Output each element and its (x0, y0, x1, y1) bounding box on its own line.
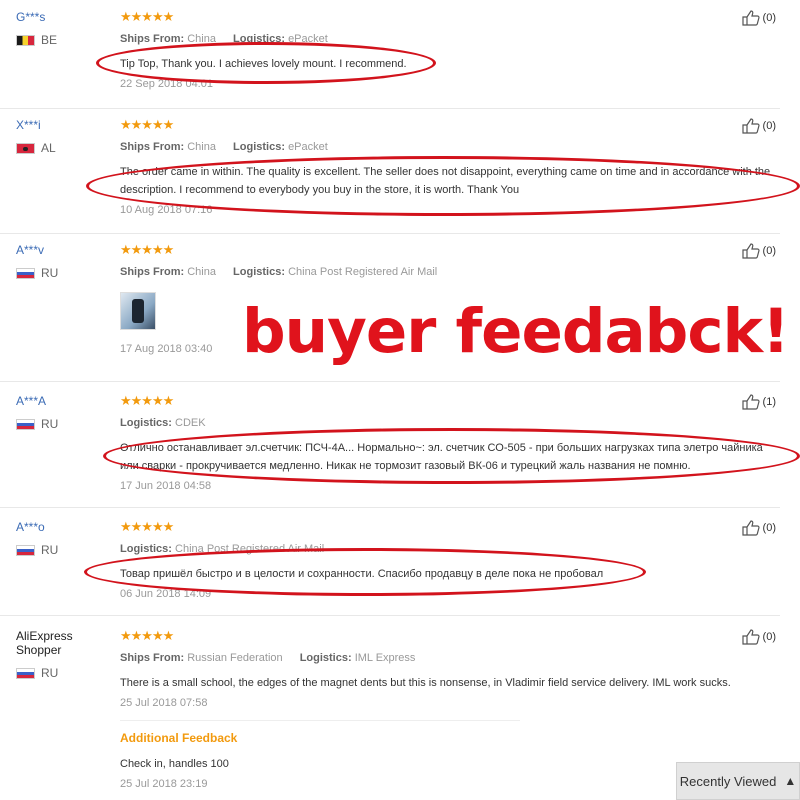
flag-ru-icon (16, 267, 35, 279)
review-text: There is a small school, the edges of th… (120, 677, 731, 689)
thumbs-up-icon (741, 243, 760, 259)
review-item: AliExpress Shopper RU ★★★★★ Ships From: … (0, 615, 780, 800)
review-text: The order came in within. The quality is… (120, 166, 771, 196)
shipping-info: Ships From: China Logistics: China Post … (120, 265, 775, 279)
like-count: (0) (762, 522, 776, 534)
review-date: 10 Aug 2018 07:16 (120, 204, 213, 216)
ships-from-value: China (187, 141, 216, 153)
flag-ru-icon (16, 667, 35, 679)
review-date: 06 Jun 2018 14:09 (120, 588, 212, 600)
review-photo[interactable] (120, 292, 156, 330)
logistics-value: IML Express (354, 652, 416, 664)
logistics-label: Logistics: (120, 543, 172, 555)
ships-from-label: Ships From: (120, 652, 185, 664)
reviewer-name[interactable]: A***A (16, 394, 116, 408)
star-rating: ★★★★★ (120, 393, 174, 408)
thumbs-up-icon (741, 394, 760, 410)
country-code: RU (41, 543, 59, 557)
thumbs-up-icon (741, 520, 760, 536)
logistics-label: Logistics: (233, 33, 285, 45)
ships-from-value: China (187, 33, 216, 45)
reviewer-name[interactable]: A***v (16, 243, 116, 257)
country-code: RU (41, 666, 59, 680)
shipping-info: Logistics: China Post Registered Air Mai… (120, 542, 775, 556)
review-item: A***o RU ★★★★★ Logistics: China Post Reg… (0, 507, 780, 616)
logistics-label: Logistics: (299, 652, 352, 664)
like-button[interactable]: (0) (741, 520, 776, 536)
thumbs-up-icon (741, 629, 760, 645)
reviewer-name[interactable]: G***s (16, 10, 116, 24)
reviewer-name[interactable]: A***o (16, 520, 116, 534)
shipping-info: Ships From: China Logistics: ePacket (120, 140, 775, 154)
flag-ru-icon (16, 544, 35, 556)
like-count: (0) (762, 245, 776, 257)
ships-from-value: China (187, 266, 216, 278)
flag-al-icon (16, 142, 35, 154)
logistics-label: Logistics: (233, 266, 285, 278)
reviewer-country: BE (16, 33, 116, 47)
review-text: Tip Top, Thank you. I achieves lovely mo… (120, 58, 407, 70)
shipping-info: Ships From: China Logistics: ePacket (120, 32, 775, 46)
recently-viewed-button[interactable]: Recently Viewed ▲ (676, 762, 800, 800)
ships-from-label: Ships From: (120, 33, 185, 45)
thumbs-up-icon (741, 118, 760, 134)
divider (120, 720, 520, 721)
logistics-value: ePacket (288, 33, 328, 45)
star-rating: ★★★★★ (120, 9, 174, 24)
ships-from-label: Ships From: (120, 141, 185, 153)
shipping-info: Ships From: Russian Federation Logistics… (120, 651, 775, 665)
country-code: RU (41, 417, 59, 431)
review-text: Товар пришёл быстро и в целости и сохран… (120, 568, 604, 580)
phone-image (132, 299, 144, 323)
like-count: (0) (762, 631, 776, 643)
like-button[interactable]: (0) (741, 629, 776, 645)
like-count: (0) (762, 120, 776, 132)
overlay-headline: buyer feedabck! (242, 296, 790, 367)
logistics-label: Logistics: (233, 141, 285, 153)
ships-from-value: Russian Federation (187, 652, 283, 664)
chevron-up-icon: ▲ (784, 774, 797, 788)
logistics-value: China Post Registered Air Mail (175, 543, 325, 555)
star-rating: ★★★★★ (120, 117, 174, 132)
like-count: (1) (762, 396, 776, 408)
reviewer-country: RU (16, 266, 116, 280)
star-rating: ★★★★★ (120, 628, 174, 643)
like-button[interactable]: (0) (741, 118, 776, 134)
country-code: BE (41, 33, 58, 47)
reviewer-country: RU (16, 543, 116, 557)
reviewer-country: RU (16, 666, 116, 680)
shipping-info: Logistics: CDEK (120, 416, 775, 430)
like-button[interactable]: (0) (741, 10, 776, 26)
logistics-value: ePacket (288, 141, 328, 153)
review-text: Отлично останавливает эл.счетчик: ПСЧ-4А… (120, 442, 763, 472)
review-date: 22 Sep 2018 04:01 (120, 78, 213, 90)
reviewer-name[interactable]: AliExpress Shopper (16, 629, 116, 657)
flag-be-icon (16, 34, 35, 46)
country-code: RU (41, 266, 59, 280)
review-date: 17 Jun 2018 04:58 (120, 480, 212, 492)
logistics-value: CDEK (175, 417, 206, 429)
reviewer-country: AL (16, 141, 116, 155)
recently-viewed-label: Recently Viewed (679, 773, 777, 789)
review-item: X***i AL ★★★★★ Ships From: China Logisti… (0, 108, 780, 234)
review-item: A***A RU ★★★★★ Logistics: CDEK Отлично о… (0, 381, 780, 508)
ships-from-label: Ships From: (120, 266, 185, 278)
additional-feedback-label: Additional Feedback (120, 731, 238, 745)
country-code: AL (41, 141, 56, 155)
like-count: (0) (762, 12, 776, 24)
star-rating: ★★★★★ (120, 519, 174, 534)
review-item: G***s BE ★★★★★ Ships From: China Logisti… (0, 0, 780, 109)
star-rating: ★★★★★ (120, 242, 174, 257)
reviewer-country: RU (16, 417, 116, 431)
review-date: 25 Jul 2018 07:58 (120, 697, 208, 709)
flag-ru-icon (16, 418, 35, 430)
like-button[interactable]: (1) (741, 394, 776, 410)
logistics-label: Logistics: (120, 417, 172, 429)
like-button[interactable]: (0) (741, 243, 776, 259)
thumbs-up-icon (741, 10, 760, 26)
reviewer-name[interactable]: X***i (16, 118, 116, 132)
logistics-value: China Post Registered Air Mail (288, 266, 438, 278)
